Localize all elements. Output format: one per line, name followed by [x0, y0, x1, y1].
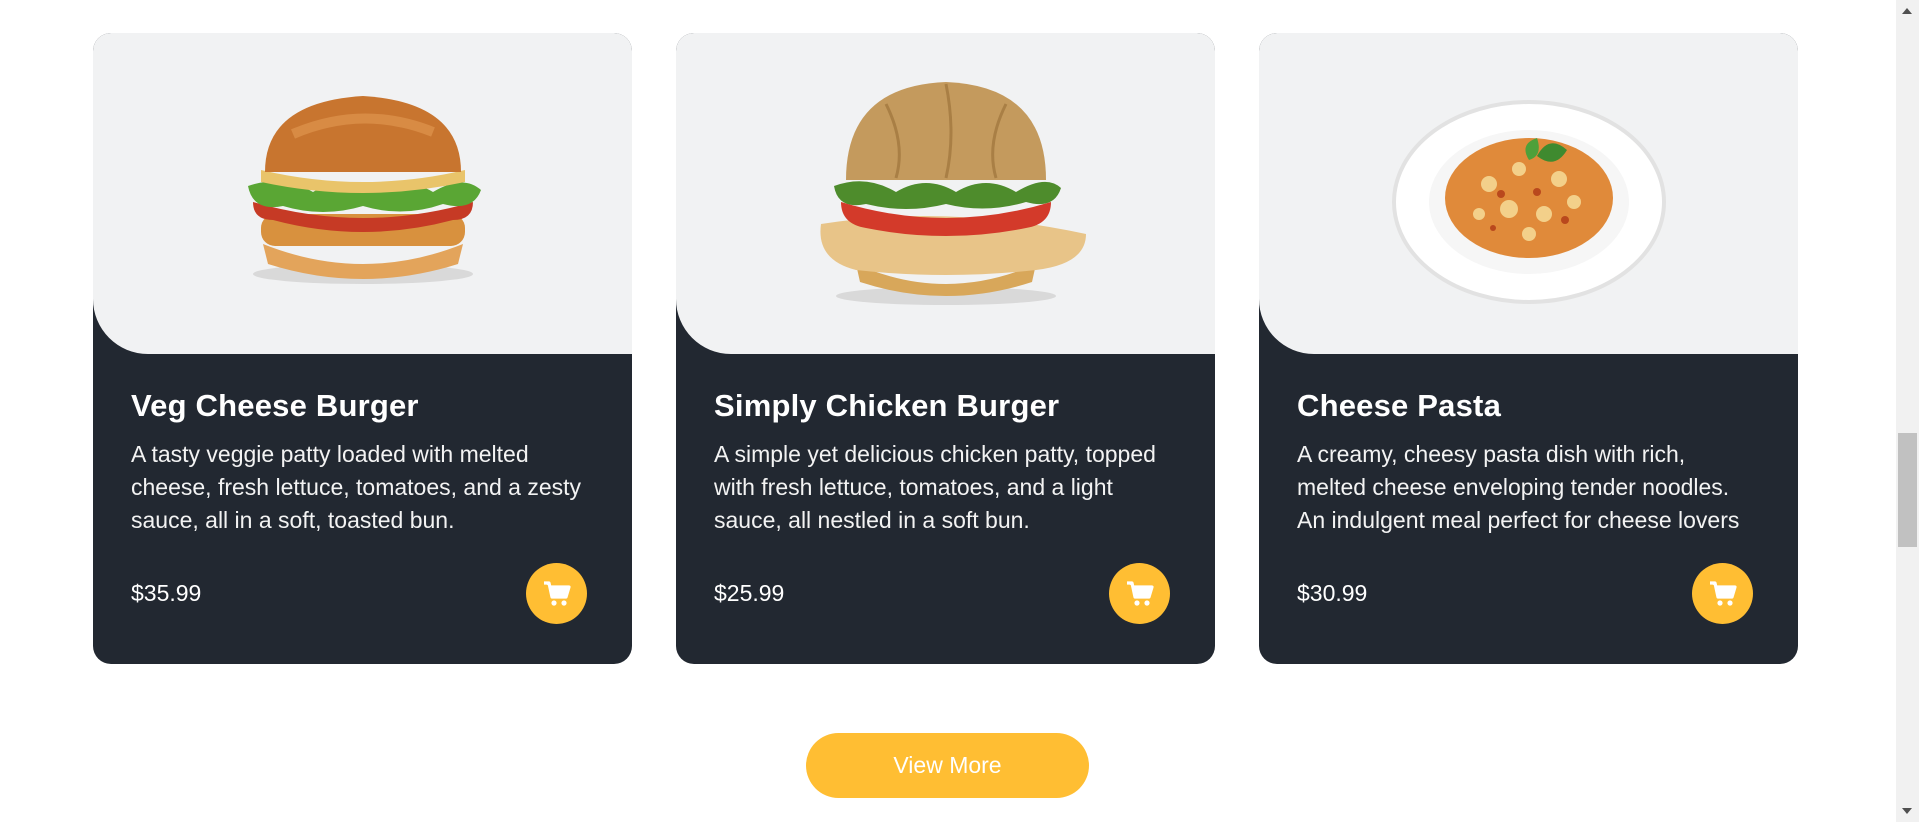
- scroll-down-arrow-icon[interactable]: [1902, 808, 1912, 814]
- add-to-cart-button[interactable]: [1692, 563, 1753, 624]
- add-to-cart-button[interactable]: [526, 563, 587, 624]
- menu-card: Simply Chicken Burger A simple yet delic…: [676, 33, 1215, 664]
- burger-image: [247, 95, 481, 284]
- card-title: Veg Cheese Burger: [131, 388, 419, 423]
- cart-icon: [1126, 580, 1154, 606]
- add-to-cart-button[interactable]: [1109, 563, 1170, 624]
- scroll-up-arrow-icon[interactable]: [1902, 8, 1912, 14]
- cart-icon: [1709, 580, 1737, 606]
- card-price: $35.99: [131, 580, 202, 606]
- card-price: $25.99: [714, 580, 785, 606]
- card-image-area: [676, 33, 1215, 354]
- card-image-area: [93, 33, 632, 354]
- card-title: Simply Chicken Burger: [714, 388, 1060, 423]
- page-viewport: Veg Cheese Burger A tasty veggie patty l…: [0, 0, 1896, 822]
- card-description: A creamy, cheesy pasta dish with rich, m…: [1297, 441, 1740, 533]
- card-price: $30.99: [1297, 580, 1368, 606]
- chicken-burger-image: [819, 81, 1086, 305]
- view-more-button[interactable]: View More: [806, 733, 1089, 798]
- menu-card: Cheese Pasta A creamy, cheesy pasta dish…: [1259, 33, 1798, 664]
- cart-icon: [543, 580, 571, 606]
- card-image-area: [1259, 33, 1798, 354]
- card-description: A simple yet delicious chicken patty, to…: [714, 441, 1156, 533]
- card-description: A tasty veggie patty loaded with melted …: [131, 441, 582, 533]
- vertical-scrollbar[interactable]: [1896, 0, 1919, 822]
- menu-card-grid: Veg Cheese Burger A tasty veggie patty l…: [93, 33, 1798, 664]
- card-title: Cheese Pasta: [1297, 388, 1502, 423]
- scrollbar-thumb[interactable]: [1898, 433, 1917, 547]
- menu-card: Veg Cheese Burger A tasty veggie patty l…: [93, 33, 632, 664]
- pasta-image: [1391, 99, 1666, 304]
